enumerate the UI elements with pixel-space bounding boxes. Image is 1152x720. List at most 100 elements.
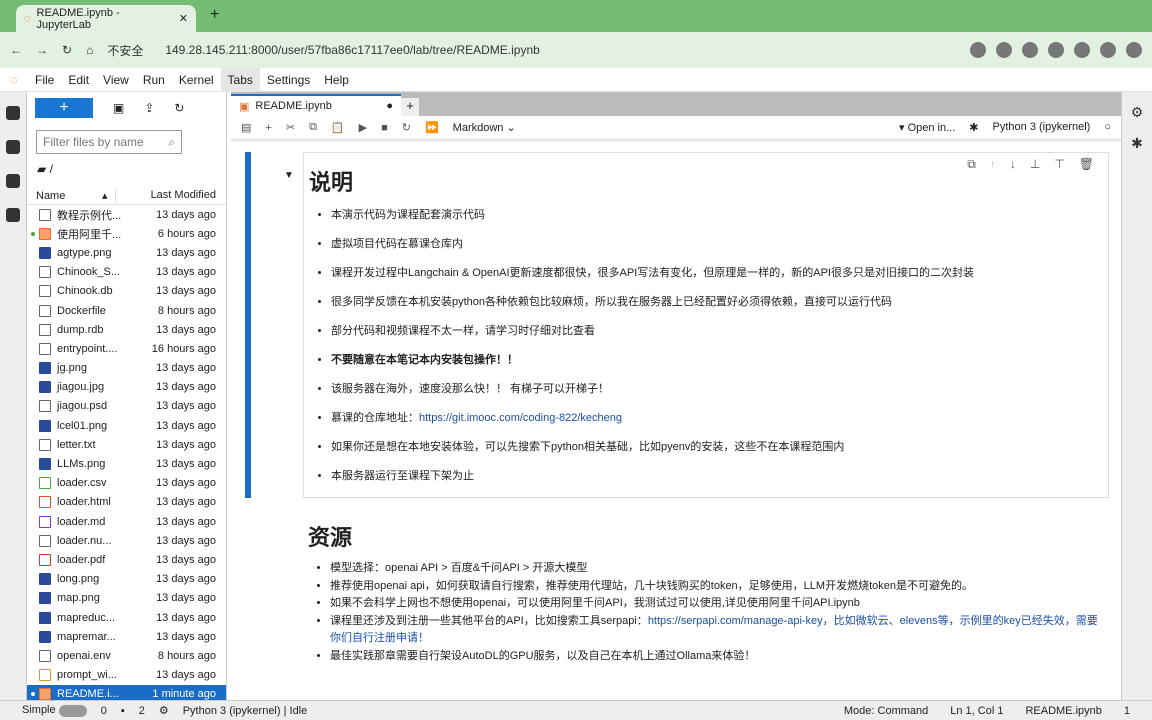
extension-icon[interactable] [1022, 42, 1038, 58]
repo-link[interactable]: https://git.imooc.com/coding-822/kecheng [419, 412, 622, 424]
file-item[interactable]: openai.env 8 hours ago [27, 646, 226, 665]
property-inspector-icon[interactable]: ⚙ [1122, 104, 1152, 121]
file-item[interactable]: mapremar... 13 days ago [27, 627, 226, 646]
collapse-caret-icon[interactable]: ▼ [284, 170, 294, 181]
run-all-icon[interactable]: ⏩ [425, 121, 439, 134]
move-down-icon[interactable]: ↓ [1010, 157, 1016, 172]
file-item[interactable]: agtype.png 13 days ago [27, 243, 226, 262]
file-item[interactable]: loader.pdf 13 days ago [27, 550, 226, 569]
refresh-icon[interactable]: ↻ [174, 101, 184, 115]
copy-icon[interactable]: ⧉ [309, 121, 317, 134]
restart-icon[interactable]: ↻ [402, 121, 411, 134]
toc-icon[interactable] [6, 174, 20, 188]
menu-file[interactable]: File [28, 68, 61, 92]
kernels-count[interactable]: 2 [139, 705, 145, 717]
breadcrumb[interactable]: ▰ / [27, 160, 226, 178]
menu-run[interactable]: Run [136, 68, 172, 92]
download-icon[interactable] [1100, 42, 1116, 58]
kernel-status[interactable]: Python 3 (ipykernel) | Idle [183, 705, 308, 717]
file-name: dump.rdb [57, 323, 104, 336]
move-up-icon[interactable]: ↑ [990, 157, 996, 172]
file-item[interactable]: jg.png 13 days ago [27, 359, 226, 378]
terminals-count[interactable]: 0 [101, 705, 107, 717]
insert-cell-icon[interactable]: + [265, 122, 271, 134]
file-item[interactable]: jiagou.psd 13 days ago [27, 397, 226, 416]
file-item[interactable]: mapreduc... 13 days ago [27, 608, 226, 627]
file-item[interactable]: 教程示例代... 13 days ago [27, 205, 226, 224]
home-icon[interactable]: ⌂ [86, 43, 93, 57]
profile-icon[interactable] [1126, 42, 1142, 58]
file-item[interactable]: letter.txt 13 days ago [27, 435, 226, 454]
browser-tab[interactable]: ◌ README.ipynb - JupyterLab ✕ [16, 5, 196, 32]
menu-tabs[interactable]: Tabs [220, 67, 260, 92]
notification-count[interactable]: 1 [1124, 705, 1130, 717]
cut-icon[interactable]: ✂ [286, 121, 295, 134]
unsaved-dot-icon[interactable]: ● [386, 100, 393, 112]
filter-placeholder: Filter files by name [43, 135, 144, 149]
open-in-button[interactable]: ▾ Open in... [899, 121, 955, 134]
file-item[interactable]: map.png 13 days ago [27, 589, 226, 608]
bookmark-icon[interactable] [996, 42, 1012, 58]
reload-icon[interactable]: ↻ [62, 43, 72, 57]
menu-settings[interactable]: Settings [260, 68, 317, 92]
security-warning[interactable]: 不安全 [107, 42, 143, 59]
markdown-cell[interactable]: ⧉↑↓⊥⊤🗑 说明 本演示代码为课程配套演示代码 虚拟项目代码在慕课仓库内 课程… [303, 152, 1109, 498]
delete-cell-icon[interactable]: 🗑 [1079, 157, 1094, 172]
menu-help[interactable]: Help [317, 68, 356, 92]
paste-icon[interactable]: 📋 [331, 121, 345, 134]
menu-edit[interactable]: Edit [61, 68, 96, 92]
new-folder-icon[interactable]: ▣ [113, 101, 124, 115]
debugger-icon[interactable]: ✱ [1122, 135, 1152, 152]
path[interactable]: / [50, 162, 53, 176]
upload-icon[interactable]: ⇪ [144, 101, 154, 115]
new-tab-button[interactable]: + [210, 6, 219, 24]
file-item[interactable]: dump.rdb 13 days ago [27, 320, 226, 339]
menu-view[interactable]: View [96, 68, 136, 92]
debugger-icon[interactable]: ✱ [969, 121, 978, 134]
translate-icon[interactable] [970, 42, 986, 58]
save-icon[interactable]: ▤ [241, 121, 251, 134]
forward-icon[interactable]: → [36, 43, 48, 57]
stop-icon[interactable]: ■ [381, 122, 388, 134]
file-item[interactable]: Chinook_S... 13 days ago [27, 263, 226, 282]
cell-type-select[interactable]: Markdown ⌄ [453, 121, 516, 134]
modified-column-header[interactable]: Last Modified [116, 189, 226, 201]
notebook-tab[interactable]: ▣ README.ipynb ● [231, 94, 401, 116]
json-file-icon [39, 669, 51, 682]
run-icon[interactable]: ▶ [359, 121, 367, 134]
file-item[interactable]: Dockerfile 8 hours ago [27, 301, 226, 320]
file-item[interactable]: loader.html 13 days ago [27, 493, 226, 512]
insert-above-icon[interactable]: ⊥ [1030, 157, 1040, 172]
url-input[interactable]: 149.28.145.211:8000/user/57fba86c17117ee… [165, 43, 540, 57]
insert-below-icon[interactable]: ⊤ [1054, 157, 1064, 172]
new-tab-plus-button[interactable]: + [401, 98, 419, 116]
file-item[interactable]: 使用阿里千... 6 hours ago [27, 224, 226, 243]
running-icon[interactable] [6, 140, 20, 154]
extensions-icon[interactable] [6, 208, 20, 222]
new-launcher-button[interactable]: + [35, 98, 93, 118]
simple-mode-toggle[interactable]: Simple [22, 704, 87, 717]
filter-input[interactable]: Filter files by name ⌕ [36, 130, 182, 154]
back-icon[interactable]: ← [10, 43, 22, 57]
file-item[interactable]: loader.md 13 days ago [27, 512, 226, 531]
toggle-switch[interactable] [58, 704, 87, 717]
file-item[interactable]: loader.csv 13 days ago [27, 474, 226, 493]
file-item[interactable]: lcel01.png 13 days ago [27, 416, 226, 435]
menu-kernel[interactable]: Kernel [172, 68, 221, 92]
kernel-name-button[interactable]: Python 3 (ipykernel) [993, 121, 1091, 134]
name-column-header[interactable]: Name ▴ [27, 188, 116, 202]
folder-icon[interactable] [6, 106, 20, 120]
close-tab-icon[interactable]: ✕ [179, 12, 188, 25]
extension-icon[interactable] [1074, 42, 1090, 58]
file-item[interactable]: jiagou.jpg 13 days ago [27, 378, 226, 397]
file-item[interactable]: Chinook.db 13 days ago [27, 282, 226, 301]
file-item[interactable]: entrypoint.... 16 hours ago [27, 339, 226, 358]
file-item[interactable]: loader.nu... 13 days ago [27, 531, 226, 550]
img-file-icon [39, 630, 51, 643]
file-item[interactable]: long.png 13 days ago [27, 570, 226, 589]
file-item[interactable]: LLMs.png 13 days ago [27, 454, 226, 473]
cursor-position[interactable]: Ln 1, Col 1 [950, 705, 1003, 717]
file-item[interactable]: prompt_wi... 13 days ago [27, 666, 226, 685]
extension-icon[interactable] [1048, 42, 1064, 58]
duplicate-cell-icon[interactable]: ⧉ [967, 157, 976, 172]
